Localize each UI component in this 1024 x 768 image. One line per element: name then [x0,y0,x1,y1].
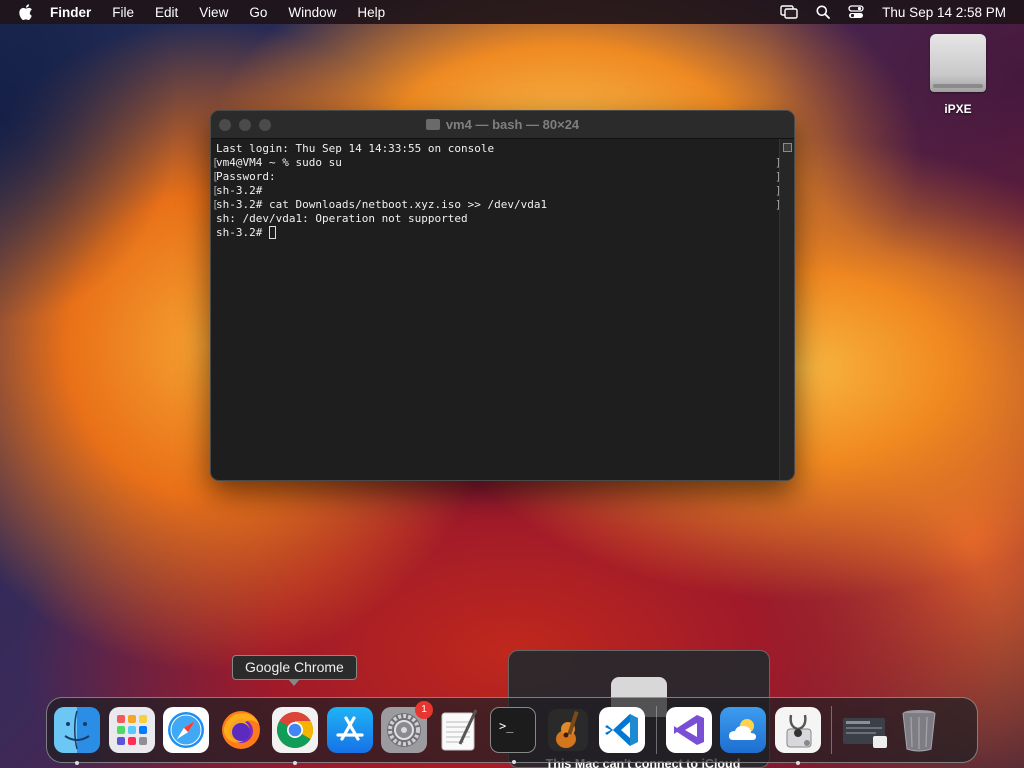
terminal-output[interactable]: Last login: Thu Sep 14 14:33:55 on conso… [211,139,794,243]
running-indicator [75,761,79,765]
folder-icon [425,119,440,130]
garageband-icon[interactable] [545,707,591,753]
menu-edit[interactable]: Edit [155,5,178,20]
menu-view[interactable]: View [199,5,228,20]
firefox-icon[interactable] [218,707,264,753]
terminal-line: vm4@VM4 ~ % sudo su [216,156,342,169]
disk-utility-icon[interactable] [774,707,821,765]
terminal-line: Last login: Thu Sep 14 14:33:55 on conso… [216,142,495,155]
control-center-icon[interactable] [848,5,864,19]
dock-tooltip: Google Chrome [232,655,357,686]
dock-separator [831,706,832,754]
dock-separator [655,706,657,754]
apple-menu-icon[interactable] [16,2,36,22]
terminal-prompt-line[interactable]: sh-3.2# [216,226,789,240]
visual-studio-icon[interactable] [665,707,712,753]
menu-app-name[interactable]: Finder [50,5,91,20]
menu-window[interactable]: Window [288,5,336,20]
terminal-icon[interactable]: >_ [490,707,536,764]
downloads-stack-icon[interactable] [841,707,887,753]
terminal-window[interactable]: vm4 — bash — 80×24 Last login: Thu Sep 1… [210,110,795,481]
settings-icon[interactable]: 1 [381,701,433,753]
menu-bar: Finder File Edit View Go Window Help Thu… [0,0,1024,24]
running-indicator [293,761,297,765]
safari-icon[interactable] [163,707,209,753]
terminal-cursor [268,226,276,239]
terminal-line: sh-3.2# cat Downloads/netboot.xyz.iso >>… [216,198,548,211]
terminal-line: sh: /dev/vda1: Operation not supported [216,212,468,225]
mark-bracket-icon: [ [212,198,219,211]
finder-icon[interactable] [54,707,100,765]
weather-icon[interactable] [720,707,766,753]
running-indicator [795,761,800,765]
mark-bracket-icon: [ [212,184,219,197]
vscode-icon[interactable] [599,707,645,753]
menu-clock[interactable]: Thu Sep 14 2:58 PM [882,5,1006,20]
menu-help[interactable]: Help [357,5,385,20]
desktop-icon-label: iPXE [944,102,972,116]
trash-icon[interactable] [896,707,942,753]
launchpad-icon[interactable] [108,707,155,753]
terminal-line: Password: [216,170,276,183]
menu-file[interactable]: File [112,5,134,20]
chrome-icon[interactable] [272,707,318,765]
app-store-icon[interactable] [326,707,373,753]
split-pane-button[interactable] [782,143,792,152]
notification-badge: 1 [415,701,433,719]
spotlight-search-icon[interactable] [816,5,831,19]
screen-mirroring-icon[interactable] [780,5,798,19]
terminal-titlebar[interactable]: vm4 — bash — 80×24 [211,111,794,139]
wallpaper-shade-left [0,24,180,324]
terminal-line: sh-3.2# [216,184,263,197]
terminal-scrollbar[interactable] [779,139,794,480]
dock: 1 >_ [46,697,978,765]
terminal-title-text: vm4 — bash — 80×24 [445,117,580,132]
mark-bracket-icon: [ [212,170,219,183]
external-disk-icon [930,34,986,92]
textedit-icon[interactable] [436,707,482,753]
desktop-icon-ipxe[interactable]: iPXE [925,34,991,116]
terminal-prompt: sh-3.2# [216,226,269,239]
terminal-title: vm4 — bash — 80×24 [211,117,794,132]
svg-text:>_: >_ [499,719,514,733]
menu-go[interactable]: Go [249,5,267,20]
mark-bracket-icon: [ [212,156,219,169]
running-indicator [512,760,516,764]
